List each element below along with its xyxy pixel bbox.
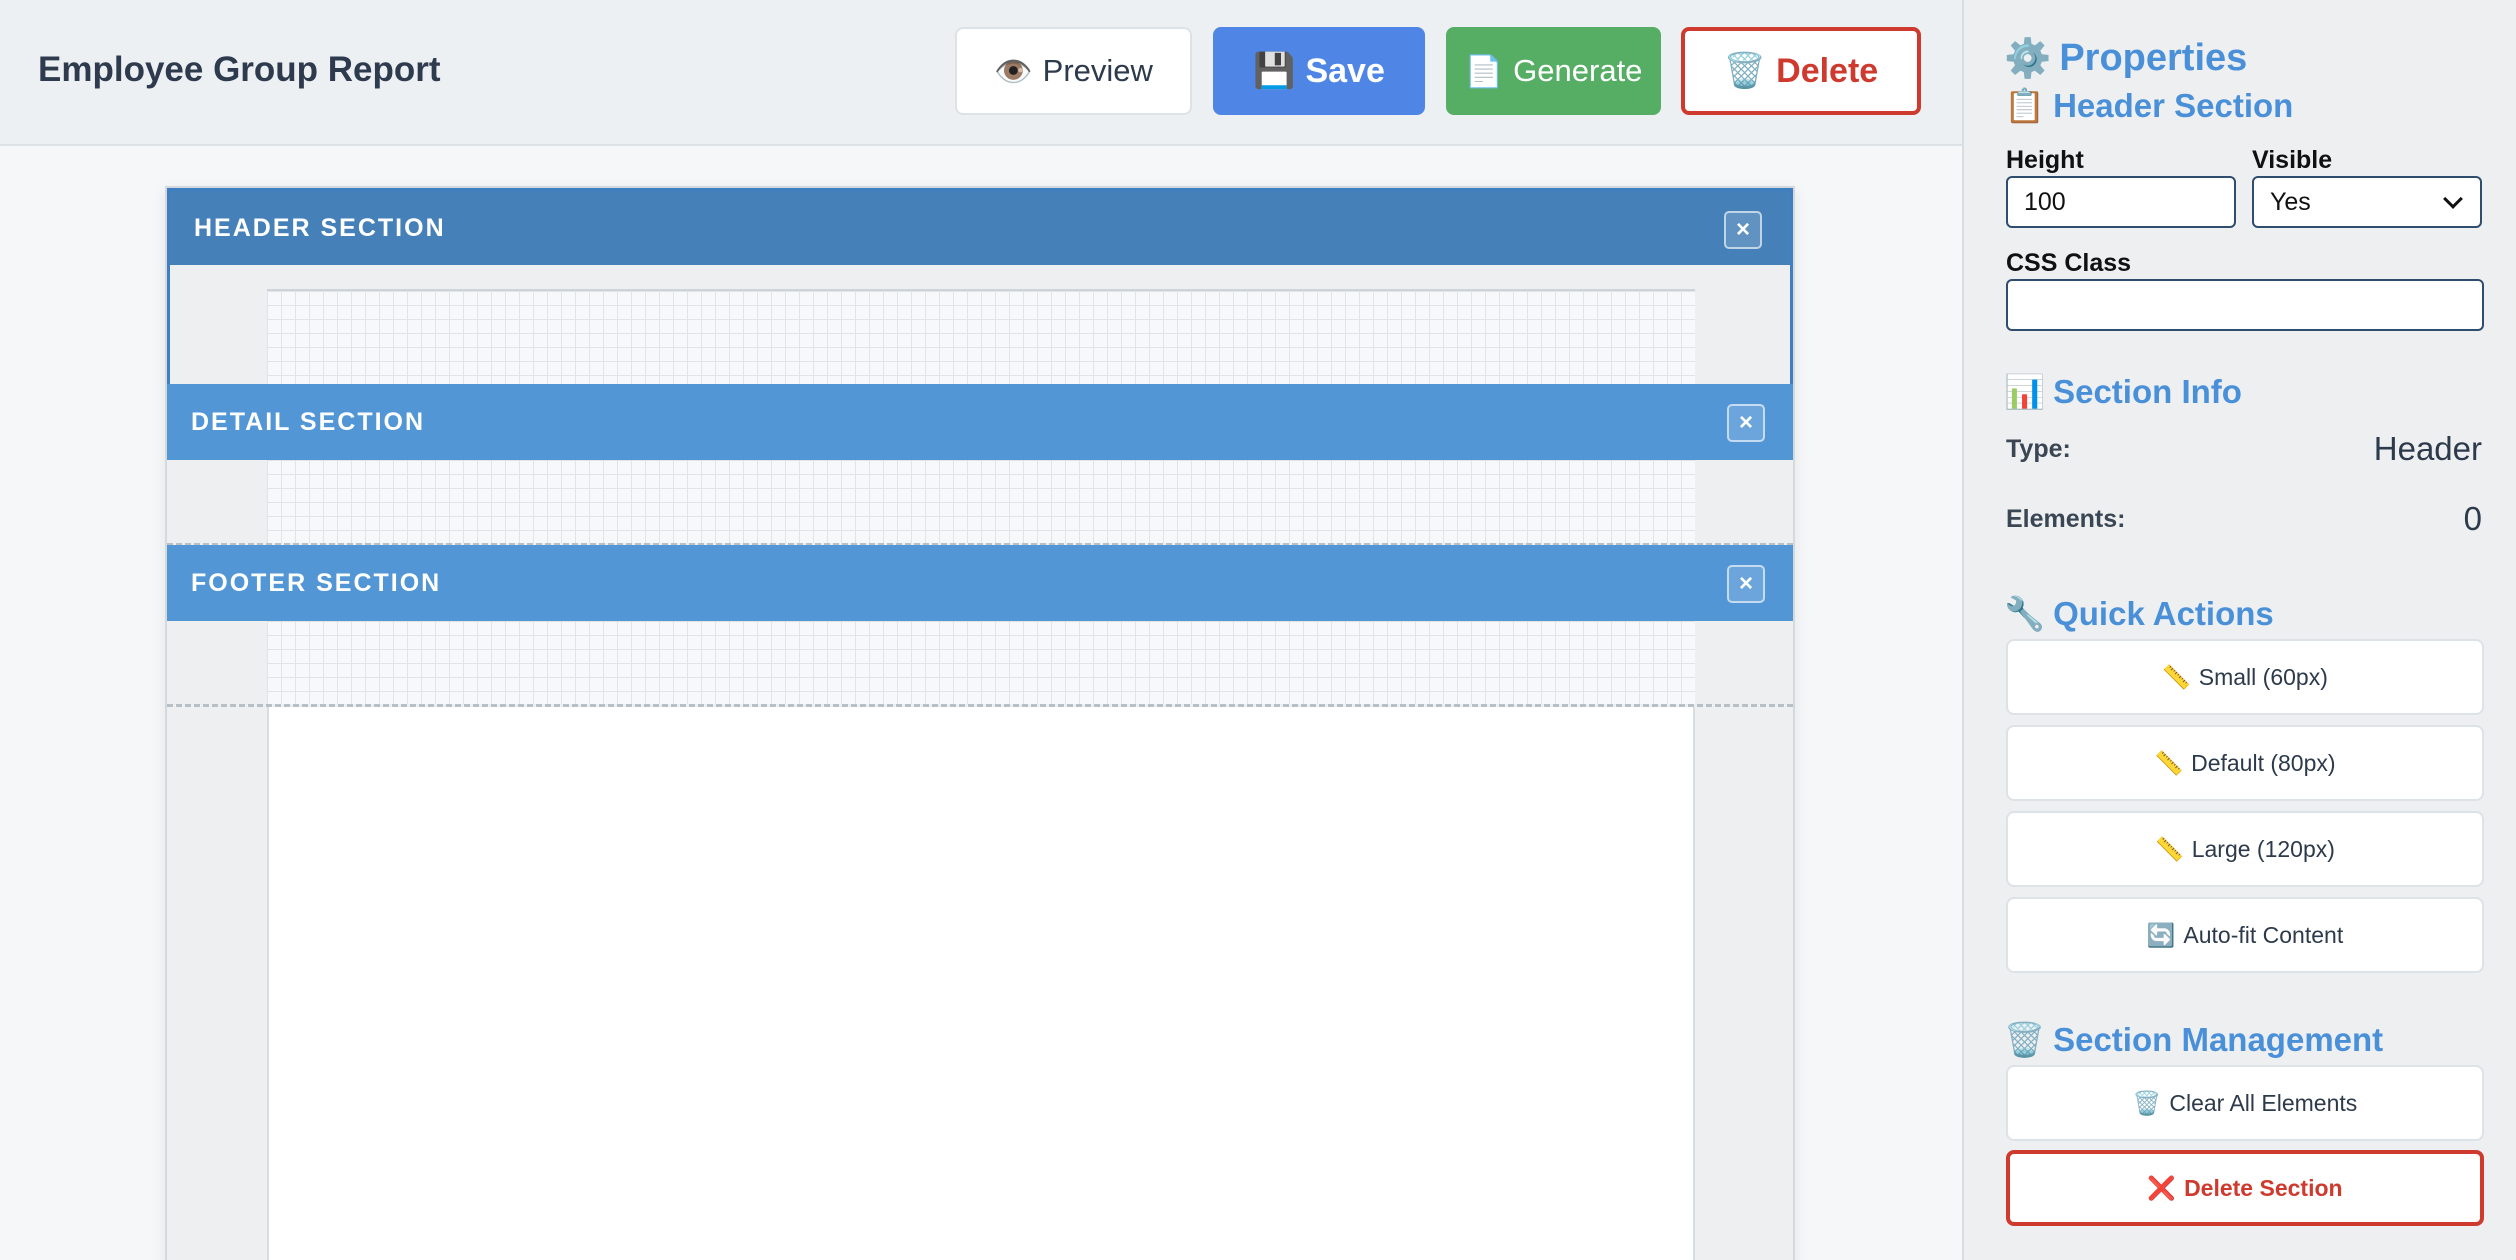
section-bar[interactable]: DETAIL SECTION ×: [167, 384, 1793, 460]
trash-icon: 🗑️: [1723, 51, 1767, 91]
visible-select[interactable]: Yes: [2252, 176, 2482, 228]
quick-actions-heading: 🔧 Quick Actions: [2004, 594, 2274, 634]
report-title: Employee Group Report: [38, 50, 441, 89]
detail-section[interactable]: DETAIL SECTION ×: [167, 384, 1793, 546]
trash-icon: 🗑️: [2004, 1020, 2046, 1059]
delete-section-button[interactable]: ❌ Delete Section: [2006, 1150, 2484, 1226]
section-body[interactable]: [167, 621, 1793, 707]
section-grid[interactable]: [267, 460, 1695, 543]
selected-section-heading: 📋 Header Section: [2004, 86, 2293, 126]
toolbar: Employee Group Report 👁️ Preview 💾 Save …: [0, 0, 1962, 146]
delete-section-label: Delete Section: [2184, 1174, 2343, 1201]
section-grid[interactable]: [267, 289, 1695, 385]
close-section-button[interactable]: ×: [1727, 404, 1765, 442]
auto-fit-label: Auto-fit Content: [2183, 921, 2344, 948]
height-value: 100: [2024, 187, 2066, 216]
height-label: Height: [2006, 146, 2084, 174]
generate-button[interactable]: 📄 Generate: [1446, 27, 1661, 115]
type-label: Type:: [2006, 435, 2071, 463]
footer-section[interactable]: FOOTER SECTION ×: [167, 545, 1793, 707]
section-title: FOOTER SECTION: [191, 568, 442, 597]
cross-mark-icon: ❌: [2147, 1175, 2177, 1202]
section-body[interactable]: [170, 265, 1790, 385]
selected-section-title: Header Section: [2053, 87, 2294, 124]
close-section-button[interactable]: ×: [1727, 565, 1765, 603]
design-canvas: HEADER SECTION × DETAIL SECTION × FOOTER…: [0, 148, 1962, 1260]
close-icon: ×: [1735, 216, 1750, 243]
css-class-input[interactable]: [2006, 279, 2484, 331]
elements-value: 0: [2463, 500, 2482, 537]
document-icon: 📄: [1464, 53, 1504, 90]
chevron-down-icon: [2443, 189, 2463, 209]
save-button[interactable]: 💾 Save: [1213, 27, 1425, 115]
section-management-heading: 🗑️ Section Management: [2004, 1020, 2383, 1060]
bar-chart-icon: 📊: [2004, 372, 2046, 411]
height-input[interactable]: 100: [2006, 176, 2236, 228]
close-section-button[interactable]: ×: [1724, 211, 1762, 249]
section-bar[interactable]: FOOTER SECTION ×: [167, 545, 1793, 621]
large-size-label: Large (120px): [2191, 835, 2335, 862]
preview-button[interactable]: 👁️ Preview: [955, 27, 1192, 115]
properties-title: Properties: [2059, 37, 2248, 79]
section-title: HEADER SECTION: [194, 213, 446, 242]
elements-label: Elements:: [2006, 505, 2126, 533]
refresh-icon: 🔄: [2146, 922, 2176, 949]
wrench-icon: 🔧: [2004, 594, 2046, 633]
header-section[interactable]: HEADER SECTION ×: [167, 188, 1793, 388]
gear-icon: ⚙️: [2004, 36, 2052, 80]
report-page: HEADER SECTION × DETAIL SECTION × FOOTER…: [165, 186, 1795, 1260]
floppy-disk-icon: 💾: [1253, 51, 1296, 91]
default-size-label: Default (80px): [2191, 749, 2336, 776]
section-info-heading: 📊 Section Info: [2004, 372, 2242, 412]
visible-label: Visible: [2252, 146, 2333, 174]
type-value: Header: [2373, 430, 2482, 467]
small-size-label: Small (60px): [2198, 663, 2328, 690]
preview-label: Preview: [1042, 53, 1153, 88]
ruler-icon: 📏: [2155, 836, 2184, 863]
clipboard-icon: 📋: [2004, 86, 2046, 125]
ruler-icon: 📏: [2154, 750, 2184, 777]
properties-panel: ⚙️ Properties 📋 Header Section Height 10…: [1962, 0, 2516, 1260]
visible-value: Yes: [2270, 187, 2311, 216]
trash-icon: 🗑️: [2132, 1090, 2162, 1117]
generate-label: Generate: [1513, 53, 1643, 88]
eye-icon: 👁️: [994, 53, 1033, 90]
section-body[interactable]: [167, 460, 1793, 546]
clear-elements-button[interactable]: 🗑️ Clear All Elements: [2006, 1065, 2484, 1141]
section-info-title: Section Info: [2053, 373, 2242, 410]
small-size-button[interactable]: 📏 Small (60px): [2006, 639, 2484, 715]
clear-elements-label: Clear All Elements: [2169, 1089, 2358, 1116]
large-size-button[interactable]: 📏 Large (120px): [2006, 811, 2484, 887]
default-size-button[interactable]: 📏 Default (80px): [2006, 725, 2484, 801]
section-grid[interactable]: [267, 621, 1695, 704]
section-management-title: Section Management: [2053, 1021, 2384, 1058]
properties-heading: ⚙️ Properties: [2004, 36, 2247, 81]
save-label: Save: [1305, 51, 1385, 90]
css-class-label: CSS Class: [2006, 249, 2132, 277]
auto-fit-button[interactable]: 🔄 Auto-fit Content: [2006, 897, 2484, 973]
section-bar[interactable]: HEADER SECTION ×: [170, 191, 1790, 265]
section-title: DETAIL SECTION: [191, 407, 426, 436]
close-icon: ×: [1738, 570, 1753, 597]
quick-actions-title: Quick Actions: [2053, 595, 2274, 632]
close-icon: ×: [1738, 409, 1753, 436]
delete-report-button[interactable]: 🗑️ Delete: [1681, 27, 1921, 115]
delete-label: Delete: [1776, 51, 1879, 90]
ruler-icon: 📏: [2162, 664, 2191, 691]
